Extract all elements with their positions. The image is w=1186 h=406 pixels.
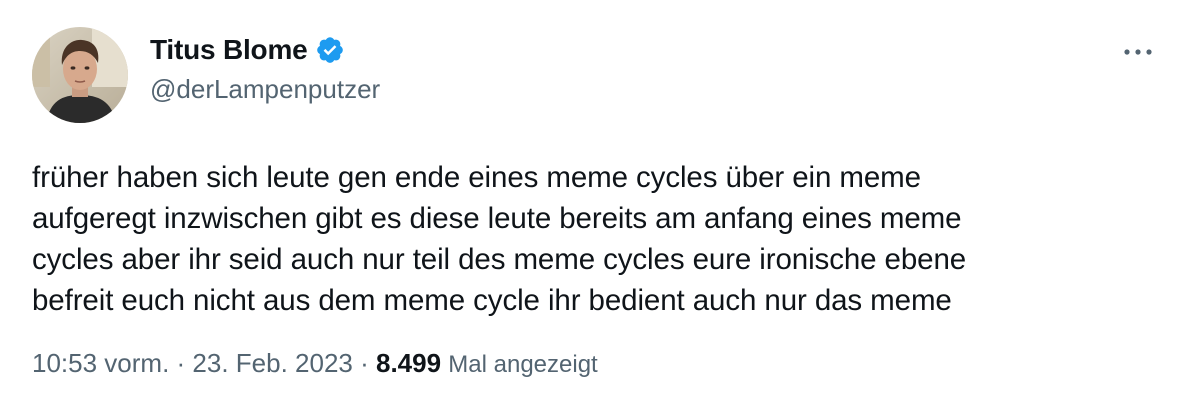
avatar-photo [32, 27, 128, 123]
tweet-text: früher haben sich leute gen ende eines m… [32, 161, 967, 317]
views-count[interactable]: 8.499 [376, 348, 441, 378]
tweet-meta: 10:53 vorm. · 23. Feb. 2023 · 8.499 Mal … [32, 348, 598, 379]
author-header: Titus Blome @derLampenputzer [150, 32, 380, 105]
meta-separator: · [169, 348, 193, 378]
name-row: Titus Blome [150, 32, 380, 68]
avatar[interactable] [32, 27, 128, 123]
views-label: Mal angezeigt [448, 351, 598, 378]
author-handle[interactable]: @derLampenputzer [150, 74, 380, 105]
tweet-date[interactable]: 23. Feb. 2023 [192, 348, 352, 378]
tweet-time[interactable]: 10:53 vorm. [32, 348, 169, 378]
verified-badge-icon[interactable] [315, 35, 345, 65]
meta-separator-2: · [352, 348, 376, 378]
display-name[interactable]: Titus Blome [150, 34, 308, 66]
tweet-card: Titus Blome @derLampenputzer früher habe… [0, 0, 1186, 406]
more-options-icon[interactable] [1120, 38, 1156, 66]
